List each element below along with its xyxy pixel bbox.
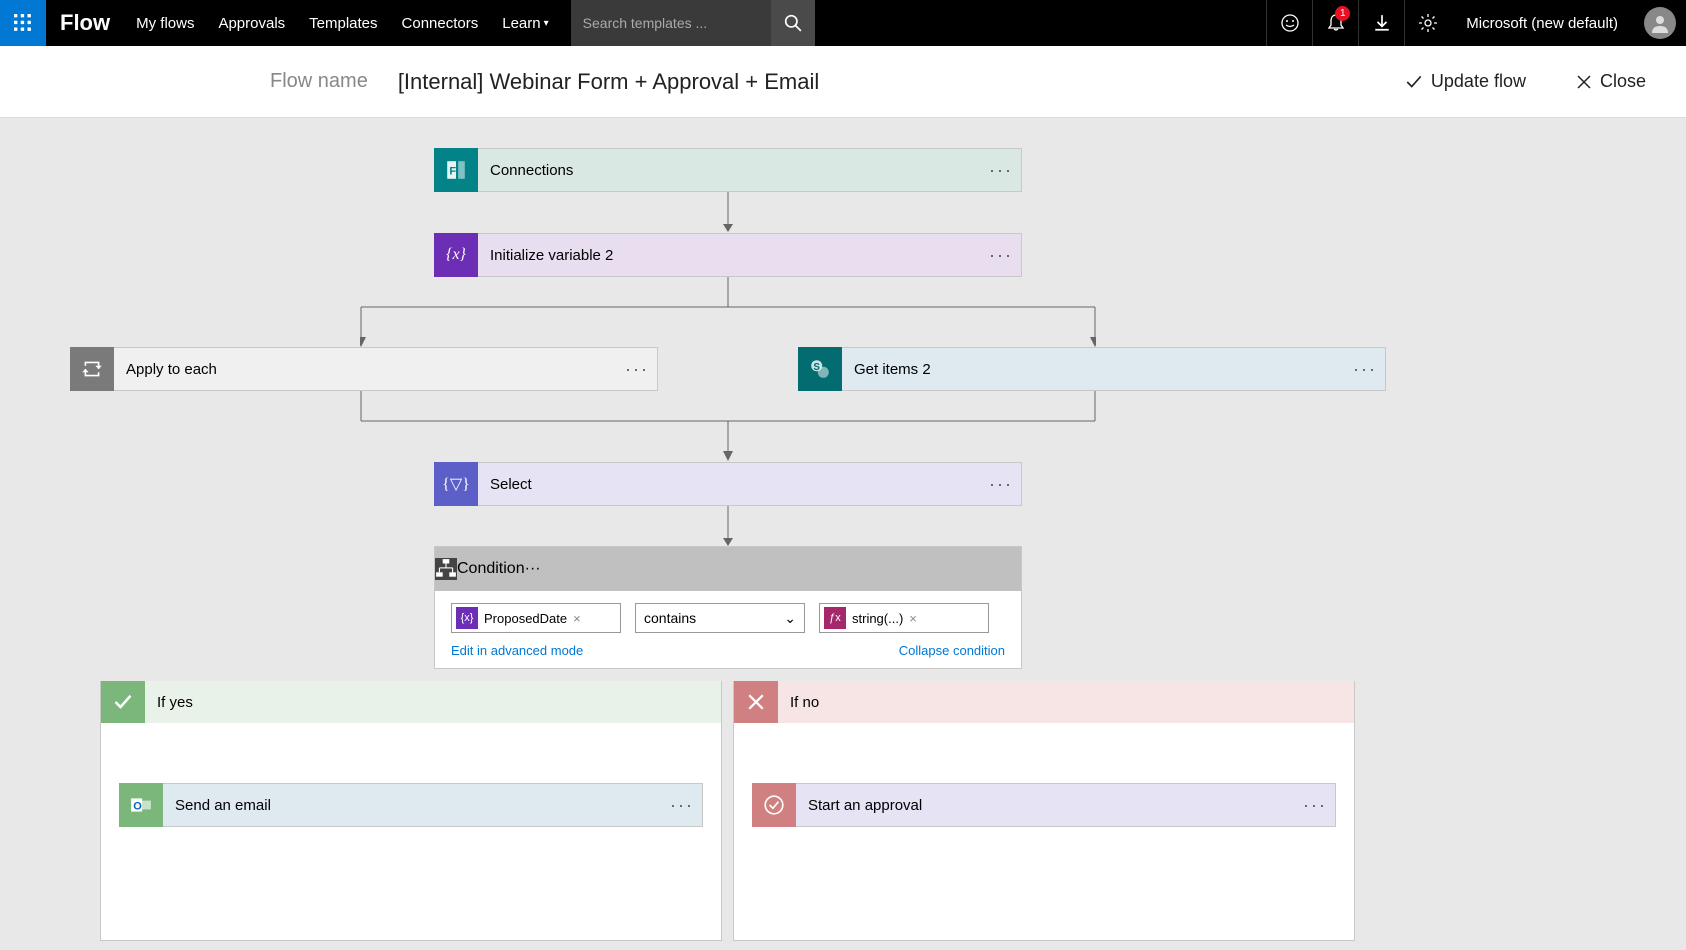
download-button[interactable] bbox=[1358, 0, 1404, 46]
branch-connector-icon bbox=[360, 277, 1096, 349]
svg-text:S: S bbox=[813, 362, 820, 373]
remove-token-button[interactable]: × bbox=[573, 611, 581, 626]
branch-label: If no bbox=[778, 694, 831, 711]
branch-no-head[interactable]: If no bbox=[734, 681, 1354, 723]
collapse-condition-link[interactable]: Collapse condition bbox=[899, 643, 1005, 658]
card-menu[interactable]: ··· bbox=[662, 795, 702, 816]
header-bar: Flow name [Internal] Webinar Form + Appr… bbox=[0, 46, 1686, 118]
card-menu[interactable]: ··· bbox=[981, 160, 1021, 181]
search-button[interactable] bbox=[771, 0, 815, 46]
card-menu[interactable]: ··· bbox=[1295, 795, 1335, 816]
card-label: Apply to each bbox=[114, 361, 617, 378]
nav-approvals[interactable]: Approvals bbox=[206, 0, 297, 46]
arrow-icon bbox=[723, 192, 733, 234]
settings-button[interactable] bbox=[1404, 0, 1450, 46]
close-button[interactable]: Close bbox=[1576, 71, 1646, 92]
condition-operator-dropdown[interactable]: contains⌄ bbox=[635, 603, 805, 633]
update-flow-button[interactable]: Update flow bbox=[1405, 71, 1526, 92]
tenant-label[interactable]: Microsoft (new default) bbox=[1450, 15, 1634, 32]
card-label: Send an email bbox=[163, 797, 662, 814]
card-menu[interactable]: ··· bbox=[525, 560, 541, 578]
card-label: Connections bbox=[478, 162, 981, 179]
svg-text:F: F bbox=[449, 165, 456, 177]
edit-advanced-link[interactable]: Edit in advanced mode bbox=[451, 643, 583, 658]
card-condition[interactable]: Condition ··· {x}ProposedDate× contains⌄… bbox=[434, 546, 1022, 669]
loop-icon bbox=[70, 347, 114, 391]
search-icon bbox=[784, 14, 802, 32]
card-label: Select bbox=[478, 476, 981, 493]
brand-label[interactable]: Flow bbox=[46, 10, 124, 36]
merge-connector-icon bbox=[360, 391, 1096, 463]
search-wrap bbox=[571, 0, 815, 46]
nav-templates[interactable]: Templates bbox=[297, 0, 389, 46]
sharepoint-icon: S bbox=[798, 347, 842, 391]
condition-icon bbox=[435, 558, 457, 580]
close-icon bbox=[1576, 74, 1592, 90]
card-label: Get items 2 bbox=[842, 361, 1345, 378]
card-menu[interactable]: ··· bbox=[981, 245, 1021, 266]
avatar[interactable] bbox=[1644, 7, 1676, 39]
nav-learn[interactable]: Learn▾ bbox=[490, 0, 560, 46]
forms-icon: F bbox=[434, 148, 478, 192]
card-start-approval[interactable]: Start an approval ··· bbox=[752, 783, 1336, 827]
variable-icon: {x} bbox=[434, 233, 478, 277]
card-init-variable[interactable]: {x} Initialize variable 2 ··· bbox=[434, 233, 1022, 277]
card-connections[interactable]: F Connections ··· bbox=[434, 148, 1022, 192]
variable-token-icon: {x} bbox=[456, 607, 478, 629]
card-label: Condition bbox=[457, 560, 525, 578]
card-menu[interactable]: ··· bbox=[617, 359, 657, 380]
condition-right-value[interactable]: ƒxstring(...)× bbox=[819, 603, 989, 633]
remove-token-button[interactable]: × bbox=[909, 611, 917, 626]
notification-badge: 1 bbox=[1335, 6, 1350, 21]
branch-yes-head[interactable]: If yes bbox=[101, 681, 721, 723]
close-icon bbox=[734, 681, 778, 723]
notifications-button[interactable]: 1 bbox=[1312, 0, 1358, 46]
waffle-icon bbox=[14, 14, 32, 32]
card-label: Start an approval bbox=[796, 797, 1295, 814]
gear-icon bbox=[1418, 13, 1438, 33]
card-apply-to-each[interactable]: Apply to each ··· bbox=[70, 347, 658, 391]
condition-left-value[interactable]: {x}ProposedDate× bbox=[451, 603, 621, 633]
chevron-down-icon: ▾ bbox=[544, 18, 549, 29]
card-menu[interactable]: ··· bbox=[981, 474, 1021, 495]
nav-my-flows[interactable]: My flows bbox=[124, 0, 206, 46]
select-icon: {▽} bbox=[434, 462, 478, 506]
svg-text:O: O bbox=[133, 800, 142, 812]
branch-label: If yes bbox=[145, 694, 205, 711]
feedback-button[interactable] bbox=[1266, 0, 1312, 46]
card-send-email[interactable]: O Send an email ··· bbox=[119, 783, 703, 827]
approval-icon bbox=[752, 783, 796, 827]
branch-no: If no Start an approval ··· bbox=[733, 681, 1355, 941]
flow-name[interactable]: [Internal] Webinar Form + Approval + Ema… bbox=[398, 69, 819, 95]
nav-connectors[interactable]: Connectors bbox=[390, 0, 491, 46]
flow-name-label: Flow name bbox=[270, 70, 368, 93]
condition-body: {x}ProposedDate× contains⌄ ƒxstring(...)… bbox=[435, 591, 1021, 668]
app-launcher-button[interactable] bbox=[0, 0, 46, 46]
arrow-icon bbox=[723, 506, 733, 548]
check-icon bbox=[101, 681, 145, 723]
branch-yes: If yes O Send an email ··· bbox=[100, 681, 722, 941]
download-icon bbox=[1373, 14, 1391, 32]
nav-links: My flows Approvals Templates Connectors … bbox=[124, 0, 561, 46]
search-input[interactable] bbox=[571, 0, 771, 46]
chevron-down-icon: ⌄ bbox=[784, 610, 796, 627]
card-label: Initialize variable 2 bbox=[478, 247, 981, 264]
smile-icon bbox=[1280, 13, 1300, 33]
check-icon bbox=[1405, 73, 1423, 91]
outlook-icon: O bbox=[119, 783, 163, 827]
flow-canvas: F Connections ··· {x} Initialize variabl… bbox=[0, 118, 1686, 950]
card-select[interactable]: {▽} Select ··· bbox=[434, 462, 1022, 506]
person-icon bbox=[1650, 13, 1670, 33]
top-nav: Flow My flows Approvals Templates Connec… bbox=[0, 0, 1686, 46]
card-menu[interactable]: ··· bbox=[1345, 359, 1385, 380]
expression-token-icon: ƒx bbox=[824, 607, 846, 629]
card-get-items[interactable]: S Get items 2 ··· bbox=[798, 347, 1386, 391]
